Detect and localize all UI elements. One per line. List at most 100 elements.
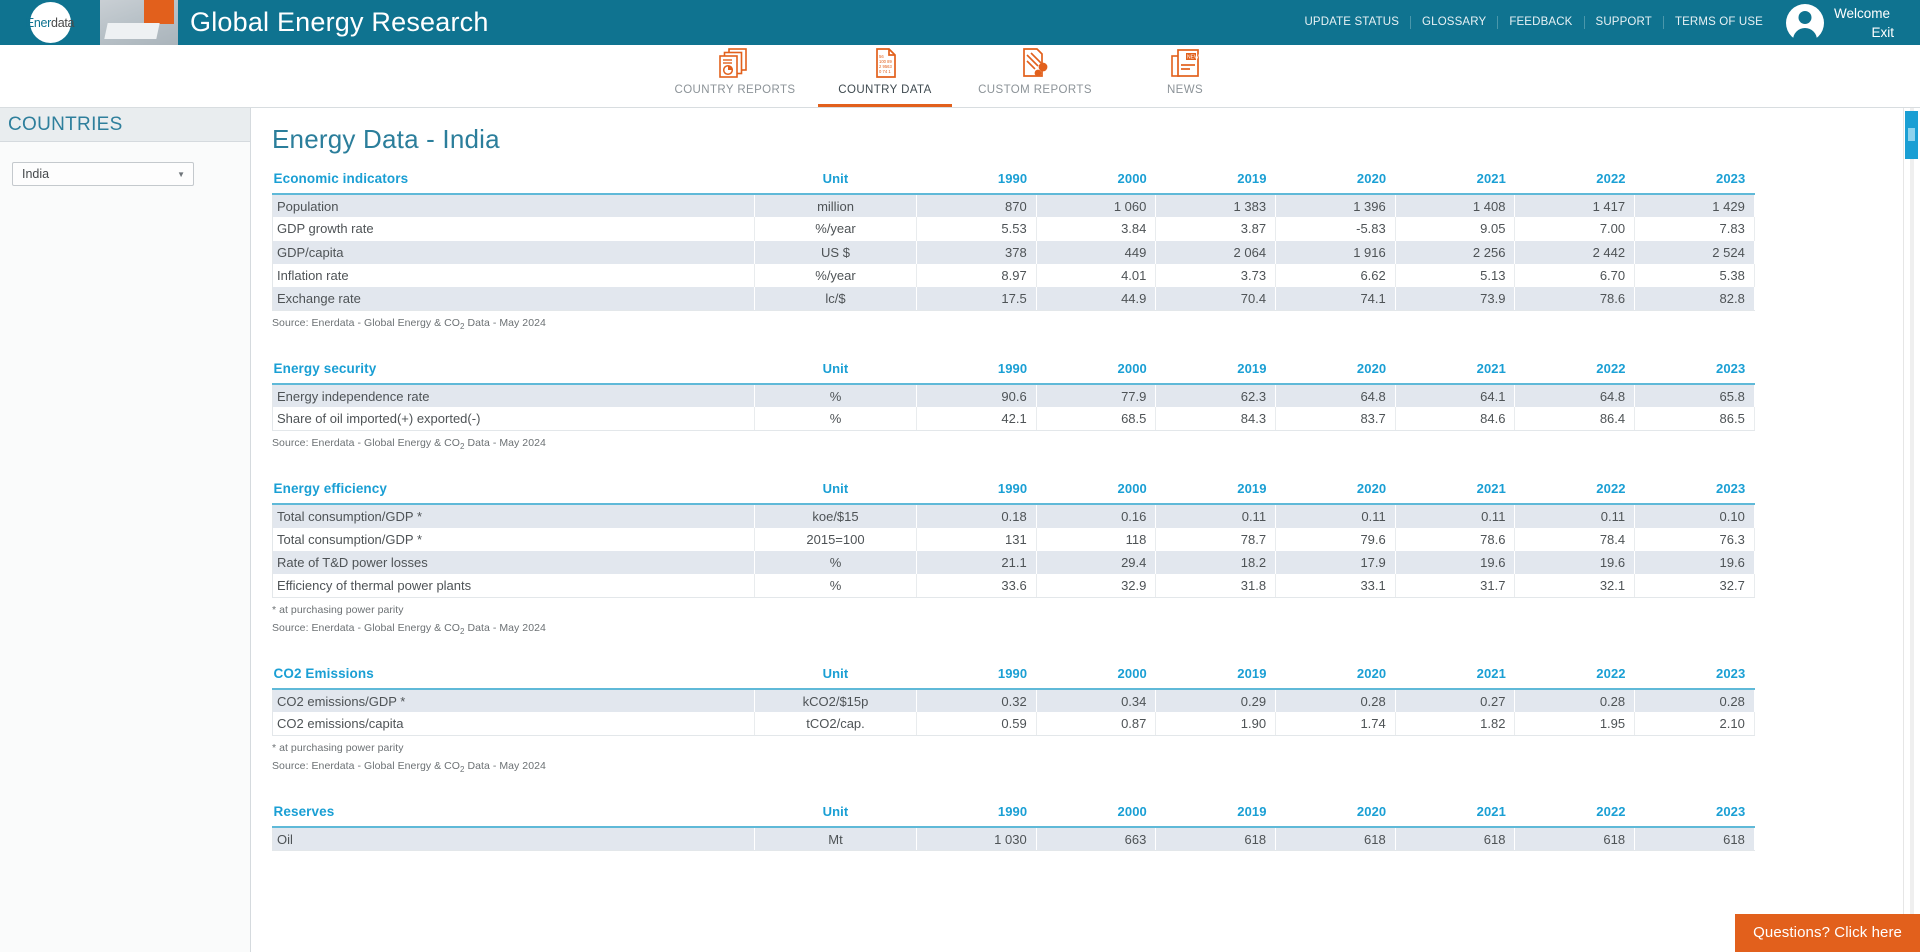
welcome-text: Welcome: [1834, 5, 1891, 21]
avatar-head-shape: [1798, 10, 1812, 24]
data-table: Energy efficiency Unit 1990 2000 2019 2020 202…: [272, 481, 1755, 598]
document-tools-icon: [1018, 46, 1052, 80]
data-cell: 74.1: [1275, 287, 1396, 311]
data-cell: 449: [1036, 240, 1157, 264]
row-unit: %/year: [754, 263, 917, 288]
row-unit: 2015=100: [754, 527, 917, 551]
app-title: Global Energy Research: [190, 7, 489, 37]
tab-news[interactable]: NEWS NEWS: [1110, 44, 1260, 107]
data-cell: 3.84: [1036, 217, 1157, 241]
data-cell: 2 256: [1395, 240, 1516, 264]
data-cell: 0.10: [1634, 504, 1755, 528]
nav-support[interactable]: SUPPORT: [1585, 16, 1664, 29]
table-row: Efficiency of thermal power plants% 33.6 3…: [272, 574, 1755, 598]
section-title: Reserves: [272, 804, 755, 829]
data-cell: 32.7: [1634, 574, 1755, 598]
exit-link[interactable]: Exit: [1834, 23, 1894, 42]
chat-widget-button[interactable]: Questions? Click here: [1735, 914, 1920, 952]
column-header-year: 2019: [1155, 361, 1276, 386]
row-unit: lc/$: [754, 287, 917, 311]
data-cell: 0.11: [1275, 504, 1396, 528]
data-cell: 33.1: [1275, 574, 1396, 598]
column-header-year: 2021: [1395, 361, 1515, 386]
column-header-year: 2022: [1514, 804, 1635, 829]
data-cell: 0.18: [916, 504, 1037, 528]
column-header-year: 2020: [1275, 666, 1396, 691]
data-cell: 1.90: [1155, 712, 1277, 737]
table-header-row: Economic indicators Unit 1990 2000 2019 2020 2…: [272, 171, 1755, 195]
table-header-row: CO2 Emissions Unit 1990 2000 2019 2020 2021 202…: [272, 666, 1755, 691]
data-cell: 86.5: [1634, 407, 1755, 432]
column-header-year: 2023: [1634, 666, 1755, 691]
data-cell: 618: [1514, 827, 1636, 852]
row-label: Oil: [272, 827, 755, 852]
avatar[interactable]: [1786, 3, 1824, 42]
section-title: Energy efficiency: [272, 481, 755, 506]
data-cell: 0.11: [1514, 504, 1636, 528]
table-header-row: Energy efficiency Unit 1990 2000 2019 2020 202…: [272, 481, 1755, 506]
data-cell: 0.28: [1275, 689, 1396, 713]
country-select[interactable]: India ▼: [12, 162, 194, 186]
row-unit: %: [754, 384, 917, 408]
scrollbar-track[interactable]: [1910, 108, 1914, 952]
column-header-year: 2022: [1514, 666, 1635, 691]
column-header-year: 2020: [1275, 171, 1396, 195]
avatar-body-shape: [1793, 27, 1817, 42]
data-cell: 0.11: [1155, 504, 1277, 528]
data-cell: 6.70: [1514, 263, 1636, 288]
data-cell: 0.11: [1395, 504, 1516, 528]
column-header-year: 2020: [1275, 481, 1396, 506]
sidebar-header: COUNTRIES: [0, 108, 250, 142]
data-cell: 1 396: [1275, 194, 1396, 218]
nav-update-status[interactable]: UPDATE STATUS: [1293, 16, 1412, 29]
top-right-area: UPDATE STATUS GLOSSARY FEEDBACK SUPPORT …: [1293, 0, 1920, 45]
column-header-year: 2000: [1036, 666, 1156, 691]
nav-terms-of-use[interactable]: TERMS OF USE: [1664, 16, 1774, 29]
data-cell: 86.4: [1514, 407, 1636, 432]
column-header-unit: Unit: [754, 481, 917, 506]
sidebar-header-label: COUNTRIES: [8, 113, 123, 135]
data-cell: 3.73: [1155, 263, 1277, 288]
data-cell: 618: [1634, 827, 1755, 852]
ppp-footnote: * at purchasing power parity: [272, 742, 404, 755]
row-label: Energy independence rate: [272, 384, 755, 408]
column-header-year: 1990: [916, 481, 1037, 506]
tab-custom-reports[interactable]: CUSTOM REPORTS: [960, 44, 1110, 107]
row-unit: kCO2/$15p: [754, 689, 917, 713]
vertical-scrollbar[interactable]: [1903, 108, 1920, 952]
enerdata-logo[interactable]: Ener data: [0, 0, 100, 45]
data-cell: 21.1: [916, 550, 1037, 575]
column-header-year: 1990: [916, 171, 1037, 195]
table-row: GDP growth rate %/year 5.53 3.84 3.87 -5.83 9.…: [272, 217, 1755, 241]
scrollbar-thumb[interactable]: [1905, 111, 1918, 159]
tab-country-reports[interactable]: COUNTRY REPORTS: [660, 44, 810, 107]
table-row: Inflation rate %/year 8.97 4.01 3.73 6.62 5.13…: [272, 263, 1755, 288]
main-content: Energy Data - India Economic indicators U…: [251, 108, 1920, 952]
data-cell: 64.8: [1514, 384, 1636, 408]
row-label: Total consumption/GDP *: [272, 504, 755, 528]
page-body: COUNTRIES India ▼ Energy Data - India Ec…: [0, 108, 1920, 952]
table-row: Population million 870 1 060 1 383 1 396 1 408…: [272, 194, 1755, 218]
row-label: Inflation rate: [272, 263, 755, 288]
stacked-documents-icon: [718, 46, 752, 80]
section-title: Economic indicators: [272, 171, 755, 195]
table-row: Total consumption/GDP * koe/$15 0.18 0.16 0.…: [272, 504, 1755, 528]
data-cell: 9.05: [1395, 217, 1516, 241]
nav-glossary[interactable]: GLOSSARY: [1411, 16, 1499, 29]
data-cell: 618: [1275, 827, 1396, 852]
section-title: Energy security: [272, 361, 755, 386]
column-header-year: 2021: [1395, 481, 1515, 506]
row-unit: %: [754, 574, 917, 598]
tab-country-data[interactable]: 56 100 89 2 9563 0 74 1 COUNTRY DATA: [810, 44, 960, 107]
nav-feedback[interactable]: FEEDBACK: [1498, 16, 1585, 29]
row-label: Total consumption/GDP *: [272, 527, 755, 551]
table-row: Share of oil imported(+) exported(-)% 42.…: [272, 407, 1755, 432]
row-unit: koe/$15: [754, 504, 917, 528]
tab-label-news: NEWS: [1166, 84, 1204, 96]
source-footnote: Source: Enerdata - Global Energy & CO2 D…: [272, 316, 546, 332]
data-cell: 83.7: [1275, 407, 1396, 432]
column-header-year: 2021: [1395, 171, 1515, 195]
data-cell: 0.28: [1514, 689, 1636, 713]
data-table: CO2 Emissions Unit 1990 2000 2019 2020 2021 202…: [272, 666, 1755, 737]
